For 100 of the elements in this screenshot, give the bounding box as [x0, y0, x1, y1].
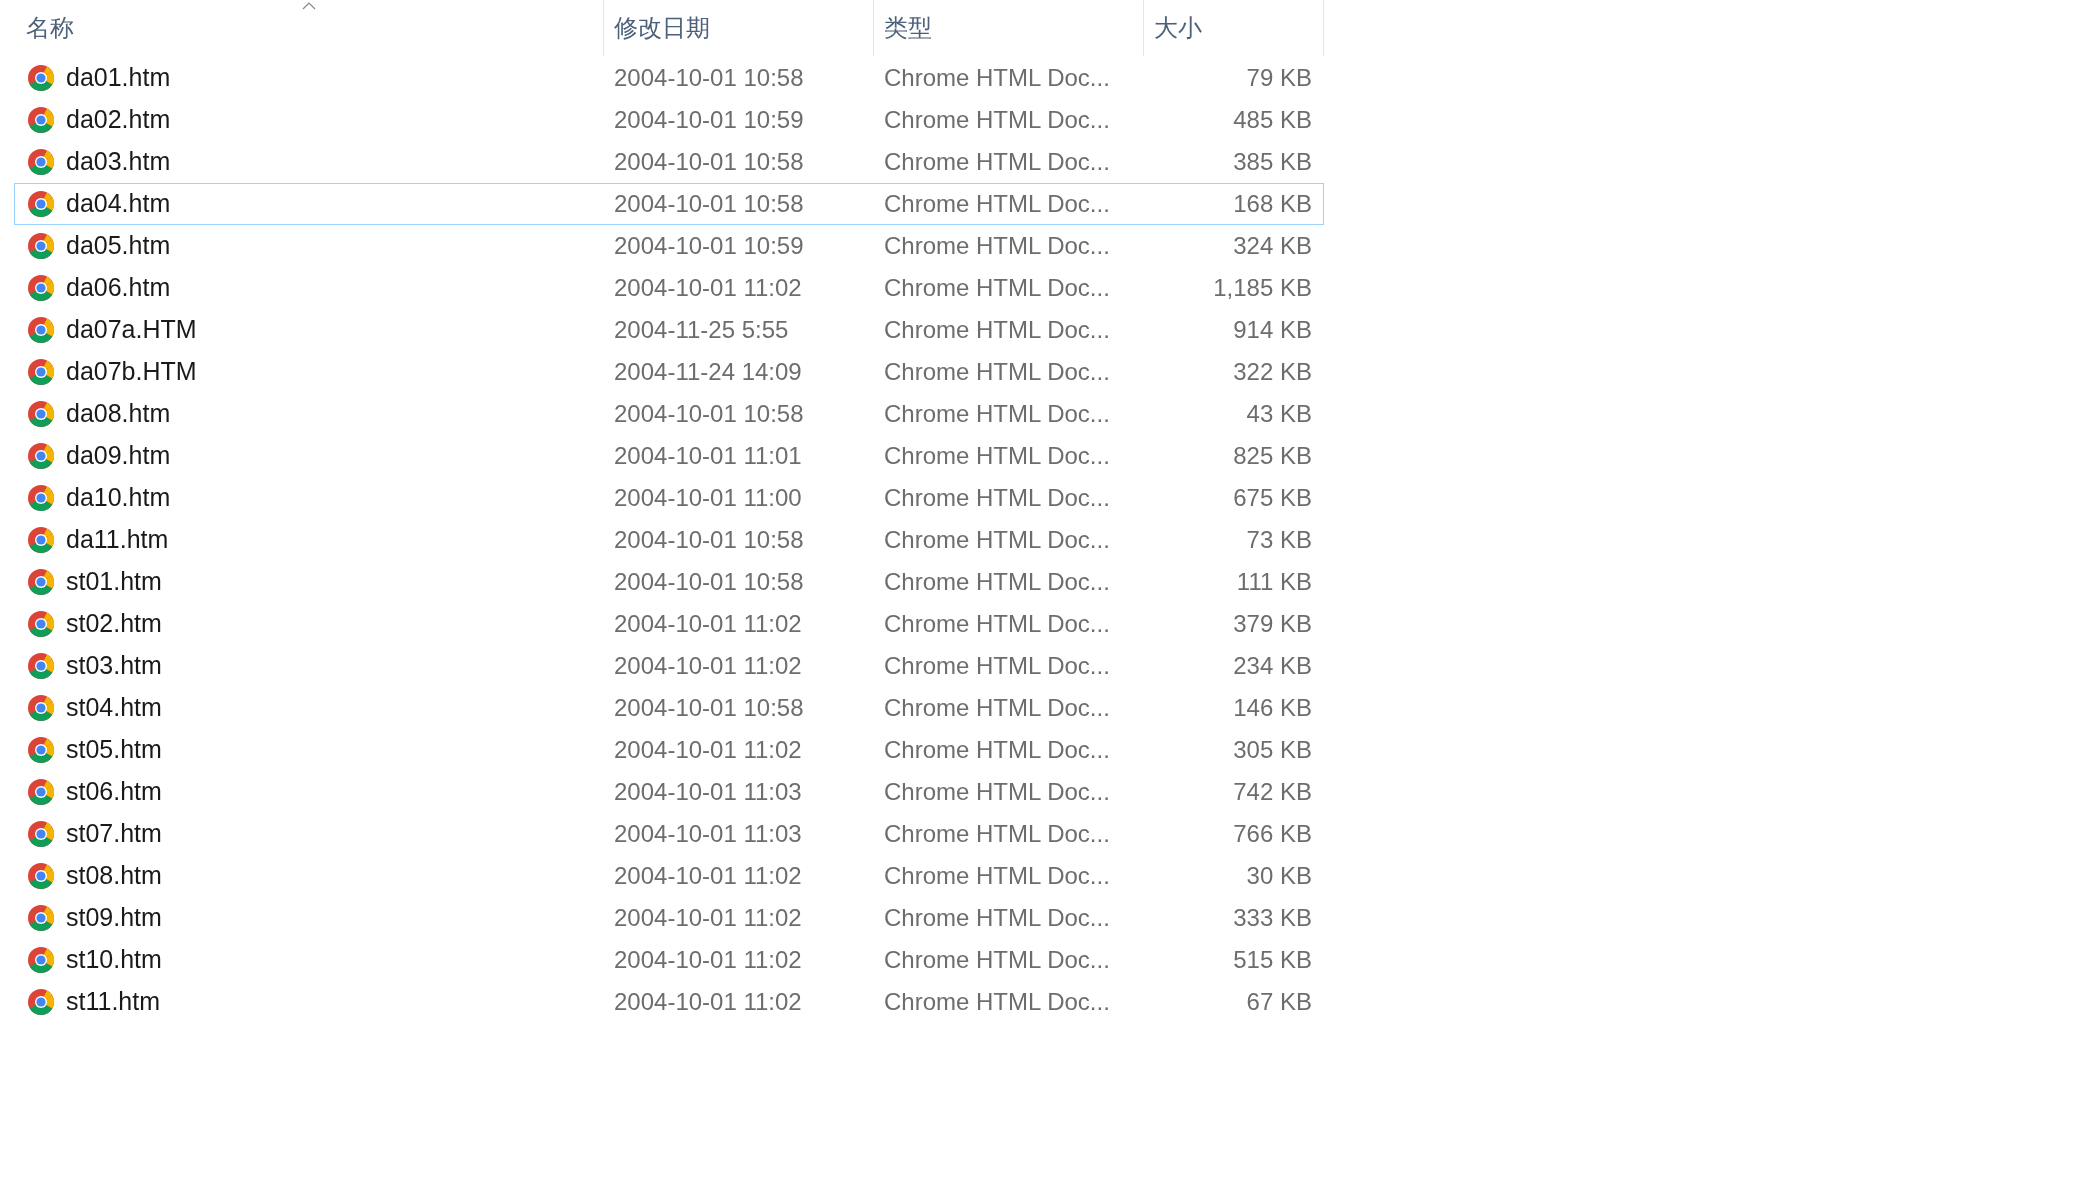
file-size: 111 KB: [1235, 567, 1312, 597]
file-size: 67 KB: [1245, 987, 1312, 1017]
file-name: st02.htm: [66, 608, 162, 640]
file-type: Chrome HTML Doc...: [883, 441, 1111, 471]
file-name: da06.htm: [66, 272, 171, 304]
browser-icon: [27, 526, 55, 554]
browser-icon: [27, 736, 55, 764]
file-type: Chrome HTML Doc...: [883, 525, 1111, 555]
file-size: 385 KB: [1232, 147, 1312, 177]
file-type: Chrome HTML Doc...: [883, 735, 1111, 765]
browser-icon: [27, 316, 55, 344]
column-header[interactable]: 名称: [26, 10, 74, 46]
file-row[interactable]: da05.htm 2004-10-01 10:59 Chrome HTML Doc... 324 KB: [14, 225, 1324, 267]
modified-date: 2004-10-01 10:58: [613, 567, 805, 597]
modified-date: 2004-10-01 10:58: [613, 147, 805, 177]
file-row[interactable]: st03.htm 2004-10-01 11:02 Chrome HTML Doc... 234 KB: [14, 645, 1324, 687]
file-name: st07.htm: [66, 818, 162, 850]
file-name: st01.htm: [66, 566, 162, 598]
browser-icon: [27, 484, 55, 512]
file-row[interactable]: da11.htm 2004-10-01 10:58 Chrome HTML Doc... 73 KB: [14, 519, 1324, 561]
modified-date: 2004-11-24 14:09: [613, 357, 803, 387]
file-type: Chrome HTML Doc...: [883, 567, 1111, 597]
file-type: Chrome HTML Doc...: [883, 609, 1111, 639]
file-name: st10.htm: [66, 944, 162, 976]
column-header[interactable]: 类型: [884, 10, 932, 46]
file-type: Chrome HTML Doc...: [883, 777, 1111, 807]
file-type: Chrome HTML Doc...: [883, 693, 1111, 723]
file-name: st08.htm: [66, 860, 162, 892]
modified-date: 2004-10-01 10:58: [613, 525, 805, 555]
file-row[interactable]: da06.htm 2004-10-01 11:02 Chrome HTML Doc... 1,185 KB: [14, 267, 1324, 309]
file-type: Chrome HTML Doc...: [883, 399, 1111, 429]
file-size: 515 KB: [1232, 945, 1312, 975]
file-type: Chrome HTML Doc...: [883, 819, 1111, 849]
file-row[interactable]: da10.htm 2004-10-01 11:00 Chrome HTML Doc... 675 KB: [14, 477, 1324, 519]
file-row[interactable]: da07b.HTM 2004-11-24 14:09 Chrome HTML Doc... 322 KB: [14, 351, 1324, 393]
file-name: da07a.HTM: [66, 314, 197, 346]
file-row[interactable]: st02.htm 2004-10-01 11:02 Chrome HTML Doc... 379 KB: [14, 603, 1324, 645]
modified-date: 2004-10-01 10:58: [613, 189, 805, 219]
browser-icon: [27, 652, 55, 680]
file-row[interactable]: st05.htm 2004-10-01 11:02 Chrome HTML Doc... 305 KB: [14, 729, 1324, 771]
file-row[interactable]: st11.htm 2004-10-01 11:02 Chrome HTML Doc... 67 KB: [14, 981, 1324, 1023]
browser-icon: [27, 694, 55, 722]
column-header[interactable]: 大小: [1154, 10, 1202, 46]
file-name: da10.htm: [66, 482, 171, 514]
file-type: Chrome HTML Doc...: [883, 231, 1111, 261]
file-type: Chrome HTML Doc...: [883, 315, 1111, 345]
file-row[interactable]: st07.htm 2004-10-01 11:03 Chrome HTML Doc... 766 KB: [14, 813, 1324, 855]
file-size: 30 KB: [1245, 861, 1312, 891]
file-size: 168 KB: [1232, 189, 1312, 219]
file-row[interactable]: da04.htm 2004-10-01 10:58 Chrome HTML Doc... 168 KB: [14, 183, 1324, 225]
file-size: 305 KB: [1232, 735, 1312, 765]
modified-date: 2004-10-01 10:59: [613, 105, 805, 135]
browser-icon: [27, 610, 55, 638]
modified-date: 2004-10-01 11:02: [613, 273, 803, 303]
file-name: da11.htm: [66, 524, 169, 556]
file-row[interactable]: da03.htm 2004-10-01 10:58 Chrome HTML Doc... 385 KB: [14, 141, 1324, 183]
file-type: Chrome HTML Doc...: [883, 105, 1111, 135]
file-name: st09.htm: [66, 902, 162, 934]
file-name: da03.htm: [66, 146, 171, 178]
file-name: da02.htm: [66, 104, 171, 136]
file-size: 379 KB: [1232, 609, 1312, 639]
modified-date: 2004-10-01 11:01: [613, 441, 803, 471]
file-name: da04.htm: [66, 188, 171, 220]
browser-icon: [27, 862, 55, 890]
file-name: st11.htm: [66, 986, 161, 1018]
file-row[interactable]: st06.htm 2004-10-01 11:03 Chrome HTML Doc... 742 KB: [14, 771, 1324, 813]
file-name: st04.htm: [66, 692, 162, 724]
browser-icon: [27, 232, 55, 260]
file-size: 914 KB: [1232, 315, 1312, 345]
file-row[interactable]: da02.htm 2004-10-01 10:59 Chrome HTML Doc... 485 KB: [14, 99, 1324, 141]
browser-icon: [27, 778, 55, 806]
file-size: 73 KB: [1245, 525, 1312, 555]
file-size: 322 KB: [1232, 357, 1312, 387]
file-type: Chrome HTML Doc...: [883, 861, 1111, 891]
file-name: st03.htm: [66, 650, 162, 682]
modified-date: 2004-11-25 5:55: [613, 315, 790, 345]
browser-icon: [27, 358, 55, 386]
browser-icon: [27, 64, 55, 92]
file-row[interactable]: st01.htm 2004-10-01 10:58 Chrome HTML Doc... 111 KB: [14, 561, 1324, 603]
modified-date: 2004-10-01 11:02: [613, 987, 803, 1017]
file-row[interactable]: st09.htm 2004-10-01 11:02 Chrome HTML Doc... 333 KB: [14, 897, 1324, 939]
file-row[interactable]: st10.htm 2004-10-01 11:02 Chrome HTML Doc... 515 KB: [14, 939, 1324, 981]
file-type: Chrome HTML Doc...: [883, 651, 1111, 681]
file-size: 333 KB: [1232, 903, 1312, 933]
file-row[interactable]: da08.htm 2004-10-01 10:58 Chrome HTML Doc... 43 KB: [14, 393, 1324, 435]
file-name: st06.htm: [66, 776, 162, 808]
file-row[interactable]: da09.htm 2004-10-01 11:01 Chrome HTML Doc... 825 KB: [14, 435, 1324, 477]
file-name: da07b.HTM: [66, 356, 197, 388]
column-header[interactable]: 修改日期: [614, 10, 710, 46]
modified-date: 2004-10-01 11:02: [613, 609, 803, 639]
file-row[interactable]: da01.htm 2004-10-01 10:58 Chrome HTML Doc... 79 KB: [14, 57, 1324, 99]
file-size: 485 KB: [1232, 105, 1312, 135]
file-size: 675 KB: [1232, 483, 1312, 513]
modified-date: 2004-10-01 10:59: [613, 231, 805, 261]
file-row[interactable]: da07a.HTM 2004-11-25 5:55 Chrome HTML Doc... 914 KB: [14, 309, 1324, 351]
file-size: 825 KB: [1232, 441, 1312, 471]
file-row[interactable]: st04.htm 2004-10-01 10:58 Chrome HTML Doc... 146 KB: [14, 687, 1324, 729]
file-row[interactable]: st08.htm 2004-10-01 11:02 Chrome HTML Doc... 30 KB: [14, 855, 1324, 897]
modified-date: 2004-10-01 11:02: [613, 735, 803, 765]
file-type: Chrome HTML Doc...: [883, 189, 1111, 219]
